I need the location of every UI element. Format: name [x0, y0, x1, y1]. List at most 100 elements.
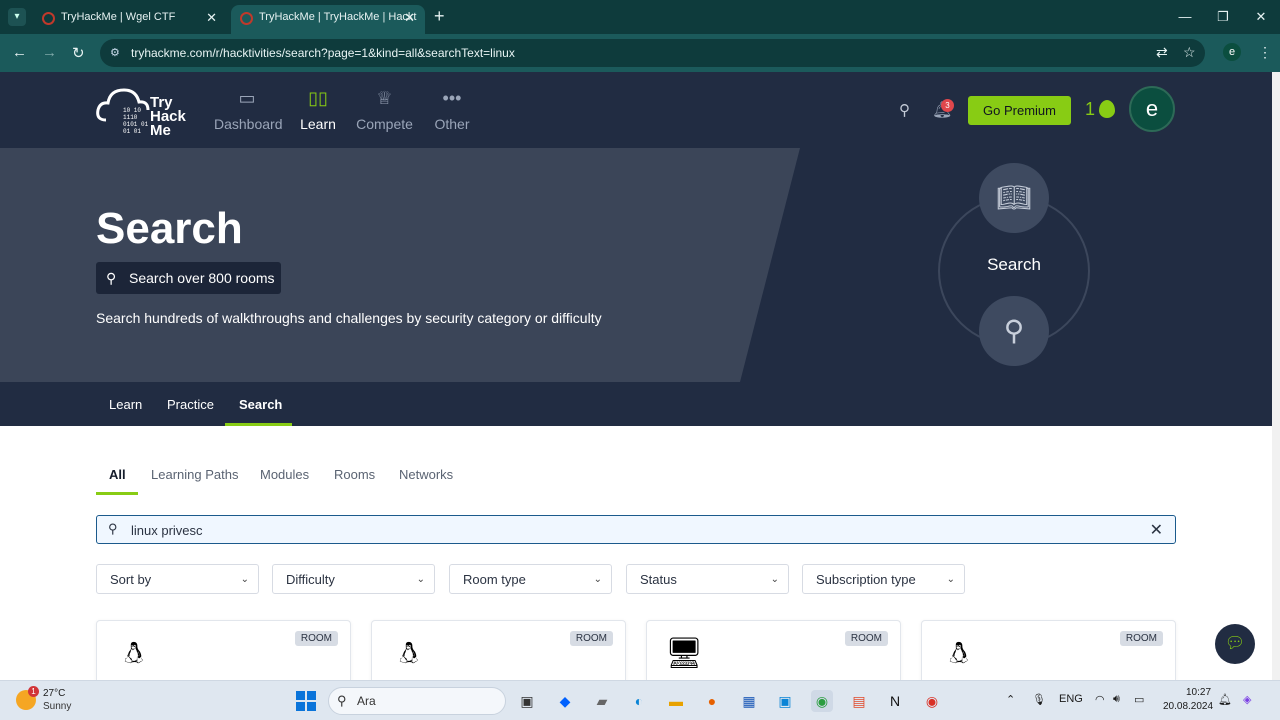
edge-icon[interactable]: ◐ [628, 690, 650, 712]
url-field[interactable]: ⚙ tryhackme.com/r/hacktivities/search?pa… [100, 39, 1205, 67]
room-badge: ROOM [569, 631, 613, 646]
svg-text:01 01: 01 01 [123, 128, 141, 135]
app-icon[interactable]: ▰ [591, 690, 613, 712]
hero-subtitle: Search hundreds of walkthroughs and chal… [96, 310, 602, 326]
nav-compete[interactable]: ♕ Compete [356, 86, 413, 132]
maximize-icon[interactable]: ❐ [1204, 0, 1242, 34]
site-info-icon[interactable]: ⚙ [110, 46, 122, 59]
subtab-learn[interactable]: Learn [109, 397, 142, 412]
notion-icon[interactable]: N [884, 690, 906, 712]
chevron-down-icon: ⌄ [946, 574, 955, 585]
browser-tab-2[interactable]: TryHackMe | TryHackMe | Hackt ✕ [231, 5, 425, 34]
room-card[interactable]: 🐧︎ ROOM [371, 620, 626, 680]
microphone-icon[interactable]: 🎙︎ [1032, 693, 1046, 706]
subtab-practice[interactable]: Practice [167, 397, 214, 412]
filter-tab-all[interactable]: All [109, 467, 126, 482]
forward-icon[interactable]: → [42, 44, 57, 61]
battery-icon[interactable]: ▭ [1134, 693, 1144, 706]
tray-expand-icon[interactable]: ⌃ [1006, 693, 1015, 706]
nav-other[interactable]: ••• Other [433, 86, 471, 132]
logo-wordmark: Try Hack Me [150, 94, 186, 139]
user-avatar[interactable]: e [1129, 86, 1175, 132]
penguin-icon: 🐧︎ [949, 637, 969, 670]
browser-profile-avatar[interactable]: e [1223, 43, 1241, 61]
search-icon[interactable]: ⚲ [899, 101, 910, 119]
room-card[interactable]: 🖥︎ ROOM [646, 620, 901, 680]
clear-search-icon[interactable]: ✕ [1150, 520, 1163, 540]
trophy-icon: ♕ [376, 88, 393, 108]
thm-favicon-icon [240, 12, 253, 25]
svg-text:1110: 1110 [123, 114, 138, 121]
nav-learn[interactable]: ▯▯ Learn [300, 86, 336, 132]
minimize-icon[interactable]: — [1166, 0, 1204, 34]
new-tab-button[interactable]: + [434, 6, 445, 27]
app-icon[interactable]: ▣ [774, 690, 796, 712]
chevron-down-icon: ⌄ [240, 574, 249, 585]
tab-close-button[interactable]: ✕ [206, 5, 217, 30]
notification-center-icon[interactable]: 🔔︎ [1218, 693, 1232, 706]
room-badge: ROOM [844, 631, 888, 646]
search-input[interactable] [131, 521, 1131, 539]
book-icon: ▯▯ [308, 88, 328, 108]
chrome-icon[interactable]: ◉ [811, 690, 833, 712]
close-window-icon[interactable]: ✕ [1242, 0, 1280, 34]
translate-icon[interactable]: ⇄ [1156, 44, 1168, 61]
monitor-icon: 🖥︎ [665, 637, 704, 670]
active-filter-underline [96, 492, 138, 495]
hero-banner: Search ⚲ Search over 800 rooms Search hu… [0, 148, 1272, 382]
tab-title: TryHackMe | TryHackMe | Hackt [259, 11, 417, 23]
weather-alert-badge: 1 [28, 686, 39, 697]
tab-search-button[interactable]: ▾ [8, 8, 26, 26]
dropbox-icon[interactable]: ◆ [554, 690, 576, 712]
open-book-icon: 📖︎ [979, 163, 1049, 233]
search-icon: ⚲ [106, 270, 117, 286]
difficulty-dropdown[interactable]: Difficulty ⌄ [272, 564, 435, 594]
search-icon: ⚲ [108, 521, 118, 536]
taskbar-search[interactable]: ⚲ Ara [328, 687, 506, 715]
rooms-count-pill: ⚲ Search over 800 rooms [96, 262, 281, 294]
filter-tab-networks[interactable]: Networks [399, 467, 453, 482]
svg-text:0101 01: 0101 01 [123, 121, 149, 128]
wifi-icon[interactable]: ◠ [1095, 693, 1105, 706]
filter-tab-learning-paths[interactable]: Learning Paths [151, 467, 238, 482]
dashboard-icon: ▭ [238, 88, 256, 108]
language-indicator[interactable]: ENG [1059, 693, 1083, 705]
clock-time[interactable]: 10:27 [1186, 687, 1211, 698]
file-explorer-icon[interactable]: ▬ [665, 690, 687, 712]
app-icon[interactable]: ▤ [848, 690, 870, 712]
active-tab-underline [225, 423, 292, 426]
volume-icon[interactable]: 🔊︎ [1113, 693, 1120, 706]
chat-support-button[interactable]: 💬︎ [1215, 624, 1255, 664]
address-bar-row: ← → ↻ ⚙ tryhackme.com/r/hacktivities/sea… [0, 34, 1280, 72]
svg-text:10 10: 10 10 [123, 107, 141, 114]
firefox-icon[interactable]: ● [701, 690, 723, 712]
browser-menu-icon[interactable]: ⋮ [1258, 44, 1272, 61]
task-view-icon[interactable]: ▣ [516, 690, 538, 712]
magnifier-icon: ⚲ [979, 296, 1049, 366]
os-taskbar: 1 27°C Sunny ⚲ Ara ▣ ◆ ▰ ◐ ▬ ● ▦ ▣ ◉ ▤ N… [0, 680, 1280, 720]
chat-icon: 💬︎ [1224, 635, 1246, 652]
filter-tab-modules[interactable]: Modules [260, 467, 309, 482]
filter-tab-rooms[interactable]: Rooms [334, 467, 375, 482]
reload-icon[interactable]: ↻ [72, 44, 85, 62]
sort-by-dropdown[interactable]: Sort by ⌄ [96, 564, 259, 594]
windows-start-icon[interactable] [296, 691, 316, 711]
copilot-icon[interactable]: ◈ [1243, 693, 1251, 706]
penguin-icon: 🐧︎ [399, 637, 419, 670]
browser-tab-1[interactable]: TryHackMe | Wgel CTF ✕ [33, 5, 227, 34]
nav-dashboard[interactable]: ▭ Dashboard [214, 86, 283, 132]
tab-close-button[interactable]: ✕ [404, 5, 415, 30]
go-premium-button[interactable]: Go Premium [968, 96, 1071, 125]
store-icon[interactable]: ▦ [738, 690, 760, 712]
status-dropdown[interactable]: Status ⌄ [626, 564, 789, 594]
room-card[interactable]: 🐧︎ ROOM [96, 620, 351, 680]
room-type-dropdown[interactable]: Room type ⌄ [449, 564, 612, 594]
chrome-icon[interactable]: ◉ [921, 690, 943, 712]
back-icon[interactable]: ← [12, 44, 27, 61]
subscription-type-dropdown[interactable]: Subscription type ⌄ [802, 564, 965, 594]
page-scrollbar[interactable] [1272, 72, 1280, 680]
room-card[interactable]: 🐧︎ ROOM [921, 620, 1176, 680]
subtab-search[interactable]: Search [239, 397, 282, 412]
clock-date[interactable]: 20.08.2024 [1163, 701, 1213, 712]
bookmark-star-icon[interactable]: ☆ [1183, 44, 1196, 61]
